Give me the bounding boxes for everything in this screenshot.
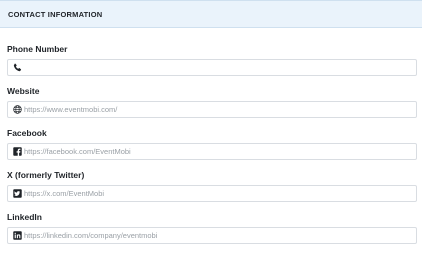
facebook-label: Facebook xyxy=(7,128,47,138)
facebook-input-box[interactable] xyxy=(7,143,417,160)
phone-number-input[interactable] xyxy=(24,60,412,75)
facebook-input[interactable] xyxy=(24,144,412,159)
linkedin-label: LinkedIn xyxy=(7,212,42,222)
section-header: CONTACT INFORMATION xyxy=(0,0,422,28)
x-twitter-input[interactable] xyxy=(24,186,412,201)
section-title: CONTACT INFORMATION xyxy=(8,10,103,19)
phone-number-input-box[interactable] xyxy=(7,59,417,76)
linkedin-input[interactable] xyxy=(24,228,412,243)
website-input[interactable] xyxy=(24,102,412,117)
linkedin-input-box[interactable] xyxy=(7,227,417,244)
website-label: Website xyxy=(7,86,40,96)
linkedin-icon xyxy=(13,231,22,240)
x-twitter-label: X (formerly Twitter) xyxy=(7,170,85,180)
phone-number-label: Phone Number xyxy=(7,44,68,54)
website-input-box[interactable] xyxy=(7,101,417,118)
x-twitter-input-box[interactable] xyxy=(7,185,417,202)
phone-icon xyxy=(13,63,22,72)
facebook-icon xyxy=(13,147,22,156)
globe-icon xyxy=(13,105,22,114)
x-twitter-icon xyxy=(13,189,22,198)
